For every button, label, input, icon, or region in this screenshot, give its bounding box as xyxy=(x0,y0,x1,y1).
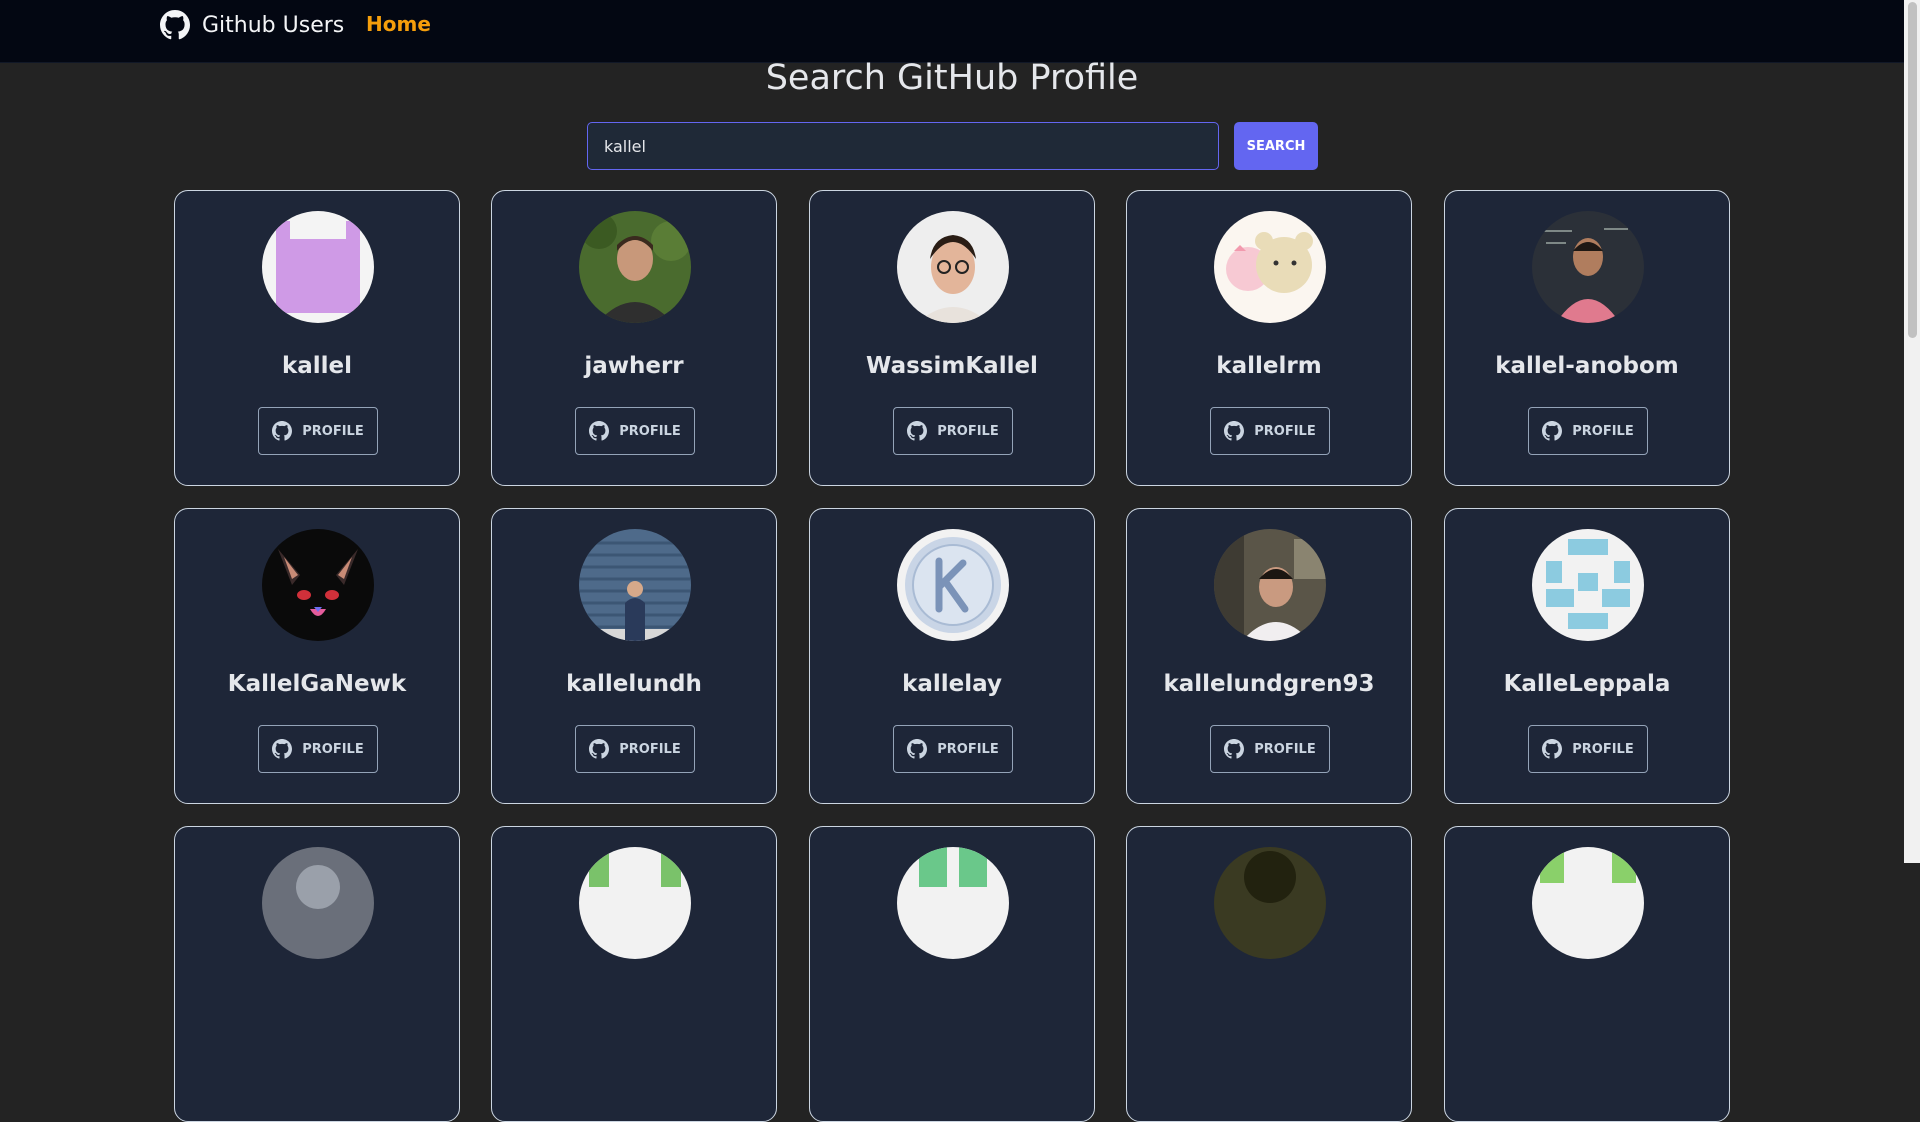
brand-title: Github Users xyxy=(202,12,345,38)
username: kallelundh xyxy=(566,671,702,697)
search-button[interactable]: SEARCH xyxy=(1234,122,1318,170)
user-card: jawherr PROFILE xyxy=(491,190,777,486)
scrollbar[interactable] xyxy=(1904,0,1920,863)
user-card: KalleLeppala PROFILE xyxy=(1444,508,1730,804)
profile-button[interactable]: PROFILE xyxy=(893,725,1013,773)
user-card: kallelundgren93 PROFILE xyxy=(1126,508,1412,804)
page-title: Search GitHub Profile xyxy=(765,58,1139,98)
profile-button[interactable]: PROFILE xyxy=(1528,407,1648,455)
avatar xyxy=(579,529,691,641)
profile-button[interactable]: PROFILE xyxy=(258,725,378,773)
user-card: WassimKallel PROFILE xyxy=(809,190,1095,486)
github-icon xyxy=(1224,421,1245,441)
profile-button[interactable]: PROFILE xyxy=(1210,725,1330,773)
user-card xyxy=(1444,826,1730,1122)
username: KallelGaNewk xyxy=(227,671,407,697)
profile-button[interactable]: PROFILE xyxy=(575,407,695,455)
github-icon xyxy=(907,739,928,759)
user-card: kallel PROFILE xyxy=(174,190,460,486)
profile-button[interactable]: PROFILE xyxy=(893,407,1013,455)
profile-button[interactable]: PROFILE xyxy=(1210,407,1330,455)
username: kallelundgren93 xyxy=(1163,671,1375,697)
user-card xyxy=(809,826,1095,1122)
username: kallel-anobom xyxy=(1495,353,1679,379)
profile-button[interactable]: PROFILE xyxy=(575,725,695,773)
username: KalleLeppala xyxy=(1503,671,1671,697)
github-icon xyxy=(272,739,293,759)
scrollbar-thumb[interactable] xyxy=(1908,2,1917,338)
username: kallel xyxy=(281,353,353,379)
avatar xyxy=(262,211,374,323)
avatar xyxy=(579,211,691,323)
profile-label: PROFILE xyxy=(937,423,999,439)
profile-label: PROFILE xyxy=(302,741,364,757)
profile-label: PROFILE xyxy=(1572,741,1634,757)
user-card xyxy=(174,826,460,1122)
user-card xyxy=(1126,826,1412,1122)
avatar xyxy=(1532,847,1644,959)
username: kallelrm xyxy=(1216,353,1322,379)
nav-home-link[interactable]: Home xyxy=(366,12,431,36)
search-input[interactable] xyxy=(587,122,1219,170)
github-icon xyxy=(272,421,293,441)
profile-label: PROFILE xyxy=(1254,741,1316,757)
github-icon xyxy=(1542,421,1563,441)
avatar xyxy=(1532,211,1644,323)
avatar xyxy=(262,529,374,641)
github-icon xyxy=(907,421,928,441)
profile-label: PROFILE xyxy=(937,741,999,757)
user-card: kallelrm PROFILE xyxy=(1126,190,1412,486)
profile-label: PROFILE xyxy=(619,423,681,439)
profile-button[interactable]: PROFILE xyxy=(258,407,378,455)
avatar xyxy=(1214,529,1326,641)
avatar xyxy=(1214,211,1326,323)
github-icon xyxy=(589,739,610,759)
avatar xyxy=(262,847,374,959)
brand[interactable]: Github Users xyxy=(160,10,344,40)
avatar xyxy=(897,211,1009,323)
user-card: kallelundh PROFILE xyxy=(491,508,777,804)
github-icon xyxy=(1224,739,1245,759)
avatar xyxy=(579,847,691,959)
github-logo-icon xyxy=(160,10,190,40)
avatar xyxy=(1214,847,1326,959)
github-icon xyxy=(589,421,610,441)
avatar xyxy=(897,529,1009,641)
username: jawherr xyxy=(584,353,684,379)
username: WassimKallel xyxy=(866,353,1038,379)
profile-label: PROFILE xyxy=(302,423,364,439)
user-card xyxy=(491,826,777,1122)
user-card: KallelGaNewk PROFILE xyxy=(174,508,460,804)
avatar xyxy=(1532,529,1644,641)
profile-label: PROFILE xyxy=(619,741,681,757)
avatar xyxy=(897,847,1009,959)
profile-button[interactable]: PROFILE xyxy=(1528,725,1648,773)
github-icon xyxy=(1542,739,1563,759)
profile-label: PROFILE xyxy=(1254,423,1316,439)
user-card: kallelay PROFILE xyxy=(809,508,1095,804)
user-card: kallel-anobom PROFILE xyxy=(1444,190,1730,486)
profile-label: PROFILE xyxy=(1572,423,1634,439)
username: kallelay xyxy=(902,671,1002,697)
navbar: Github Users Home xyxy=(0,0,1904,63)
